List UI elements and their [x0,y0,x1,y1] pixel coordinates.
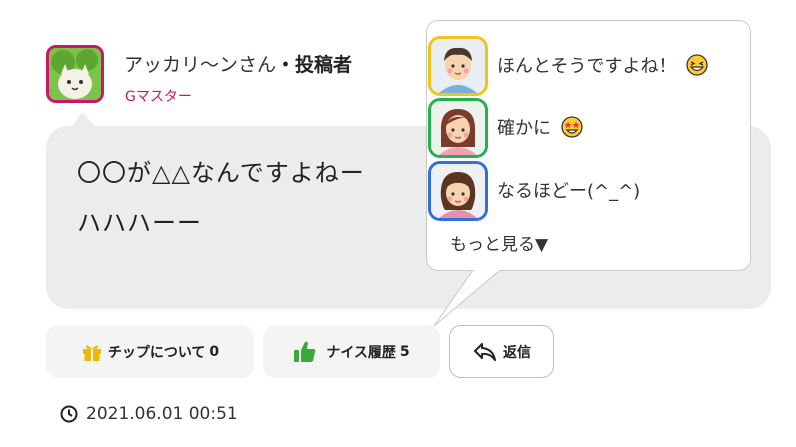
laughing-emoji-icon [686,54,708,76]
tip-button[interactable]: チップについて 0 [46,325,254,378]
reply-label: 返信 [503,344,531,361]
tip-count: 0 [209,343,220,360]
reaction-text: ほんとそうですよね！ [497,56,677,77]
reaction-text: なるほどー(^_^) [497,181,641,202]
author-title: Gマスター [125,89,192,105]
nice-count: 5 [399,343,410,360]
author-role: ・投稿者 [276,54,353,76]
gift-icon [82,344,101,361]
star-struck-emoji-icon [561,116,583,138]
girl-avatar[interactable] [428,161,488,221]
nice-history-button[interactable]: ナイス履歴 5 [263,325,440,378]
reaction-item[interactable]: なるほどー(^_^) [428,161,748,221]
reaction-item[interactable]: ほんとそうですよね！ [428,36,748,96]
thumbs-up-icon [294,341,316,362]
bubble-tail [72,112,96,127]
nice-history-label: ナイス履歴 [326,344,396,361]
clock-icon [60,405,78,423]
tip-label: チップについて [107,344,206,361]
message-line-1: 〇〇が△△なんですよねー [77,159,365,187]
reply-icon [474,342,496,361]
woman-avatar[interactable] [428,98,488,158]
reaction-text: 確かに [497,118,551,139]
author-name[interactable]: アッカリ〜ンさん・投稿者 [124,50,352,77]
reaction-item[interactable]: 確かに [428,98,748,158]
show-more-link[interactable]: もっと見る▼ [450,230,548,255]
timestamp-text: 2021.06.01 00:51 [86,404,238,424]
message-line-2: ハハハーー [77,209,202,237]
author-name-text[interactable]: アッカリ〜ンさん [124,54,276,76]
reply-button[interactable]: 返信 [449,325,554,378]
timestamp: 2021.06.01 00:51 [60,404,238,424]
man-avatar[interactable] [428,36,488,96]
